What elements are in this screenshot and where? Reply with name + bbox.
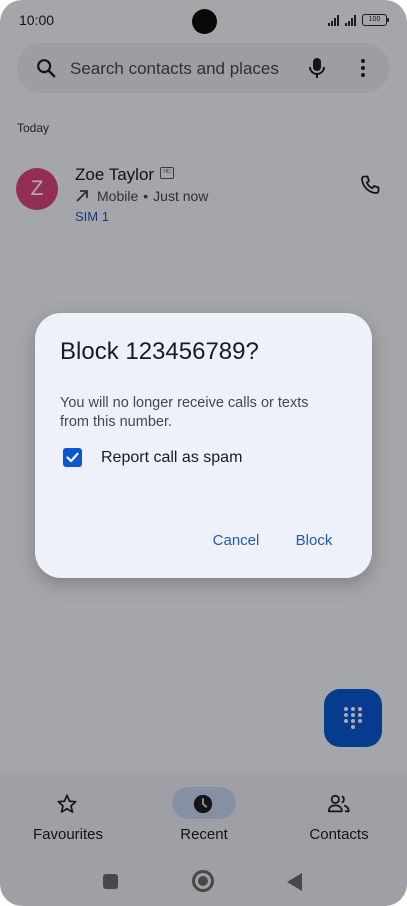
report-spam-label[interactable]: Report call as spam — [101, 449, 242, 467]
report-spam-checkbox[interactable] — [63, 448, 82, 467]
dialog-message: You will no longer receive calls or text… — [60, 395, 309, 430]
phone-screen: 10:00 100 Search contacts and places Tod… — [0, 0, 407, 906]
block-number-dialog: Block 123456789? You will no longer rece… — [35, 313, 372, 578]
dialog-title: Block 123456789? — [60, 338, 259, 365]
checkmark-icon — [66, 452, 79, 463]
block-button[interactable]: Block — [282, 523, 346, 559]
cancel-button[interactable]: Cancel — [198, 523, 274, 559]
